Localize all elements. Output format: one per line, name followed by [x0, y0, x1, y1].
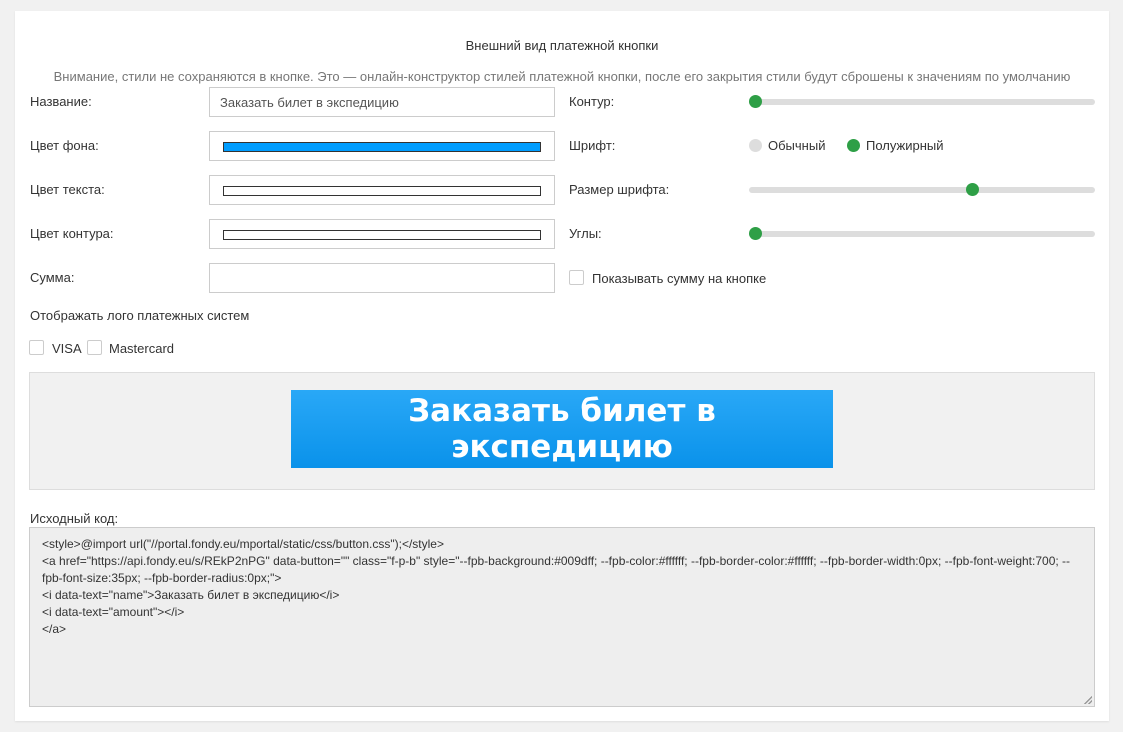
- code-line: <i data-text="amount"></i>: [42, 605, 185, 619]
- mastercard-checkbox[interactable]: [87, 340, 102, 355]
- button-preview-area: Заказать билет в экспедицию: [29, 372, 1095, 490]
- border-width-label: Контур:: [569, 94, 615, 109]
- visa-checkbox[interactable]: [29, 340, 44, 355]
- code-line: </a>: [42, 622, 67, 636]
- page-title: Внешний вид платежной кнопки: [465, 38, 659, 53]
- name-input[interactable]: [210, 88, 554, 116]
- amount-label: Сумма:: [30, 270, 75, 285]
- resize-grip-icon[interactable]: [1084, 696, 1092, 704]
- border-width-slider-handle[interactable]: [749, 95, 762, 108]
- text-color-swatch[interactable]: [223, 186, 541, 196]
- corners-label: Углы:: [569, 226, 602, 241]
- button-constructor-card: Внешний вид платежной кнопки Внимание, с…: [15, 11, 1109, 721]
- source-code-textarea[interactable]: <style>@import url("//portal.fondy.eu/mp…: [29, 527, 1095, 707]
- text-color-label: Цвет текста:: [30, 182, 105, 197]
- border-width-slider[interactable]: [749, 95, 1095, 108]
- corners-slider-handle[interactable]: [749, 227, 762, 240]
- font-regular-radio[interactable]: [749, 139, 762, 152]
- logos-label: Отображать лого платежных систем: [30, 308, 250, 323]
- show-amount-checkbox[interactable]: [569, 270, 584, 285]
- border-color-picker[interactable]: [209, 219, 555, 249]
- amount-input[interactable]: [210, 264, 554, 292]
- border-color-label: Цвет контура:: [30, 226, 114, 241]
- font-size-slider-handle[interactable]: [966, 183, 980, 196]
- text-color-picker[interactable]: [209, 175, 555, 205]
- bg-color-swatch[interactable]: [223, 142, 541, 152]
- styles-notice: Внимание, стили не сохраняются в кнопке.…: [53, 69, 1071, 84]
- bg-color-picker[interactable]: [209, 131, 555, 161]
- name-field[interactable]: [209, 87, 555, 117]
- bg-color-label: Цвет фона:: [30, 138, 99, 153]
- source-code-label: Исходный код:: [30, 511, 119, 526]
- amount-field[interactable]: [209, 263, 555, 293]
- corners-slider[interactable]: [749, 227, 1095, 240]
- code-line: <style>@import url("//portal.fondy.eu/mp…: [42, 537, 444, 551]
- payment-button-preview[interactable]: Заказать билет в экспедицию: [291, 390, 833, 468]
- border-color-swatch[interactable]: [223, 230, 541, 240]
- mastercard-label[interactable]: Mastercard: [109, 341, 174, 356]
- font-label: Шрифт:: [569, 138, 616, 153]
- code-line: <i data-text="name">Заказать билет в экс…: [42, 588, 340, 602]
- font-regular-label[interactable]: Обычный: [768, 138, 825, 153]
- font-size-slider[interactable]: [749, 183, 1095, 196]
- visa-label[interactable]: VISA: [52, 341, 82, 356]
- show-amount-label[interactable]: Показывать сумму на кнопке: [592, 271, 766, 286]
- font-bold-radio[interactable]: [847, 139, 860, 152]
- code-line: <a href="https://api.fondy.eu/s/REkP2nPG…: [42, 554, 1071, 585]
- font-size-label: Размер шрифта:: [569, 182, 670, 197]
- font-bold-label[interactable]: Полужирный: [866, 138, 944, 153]
- name-label: Название:: [30, 94, 92, 109]
